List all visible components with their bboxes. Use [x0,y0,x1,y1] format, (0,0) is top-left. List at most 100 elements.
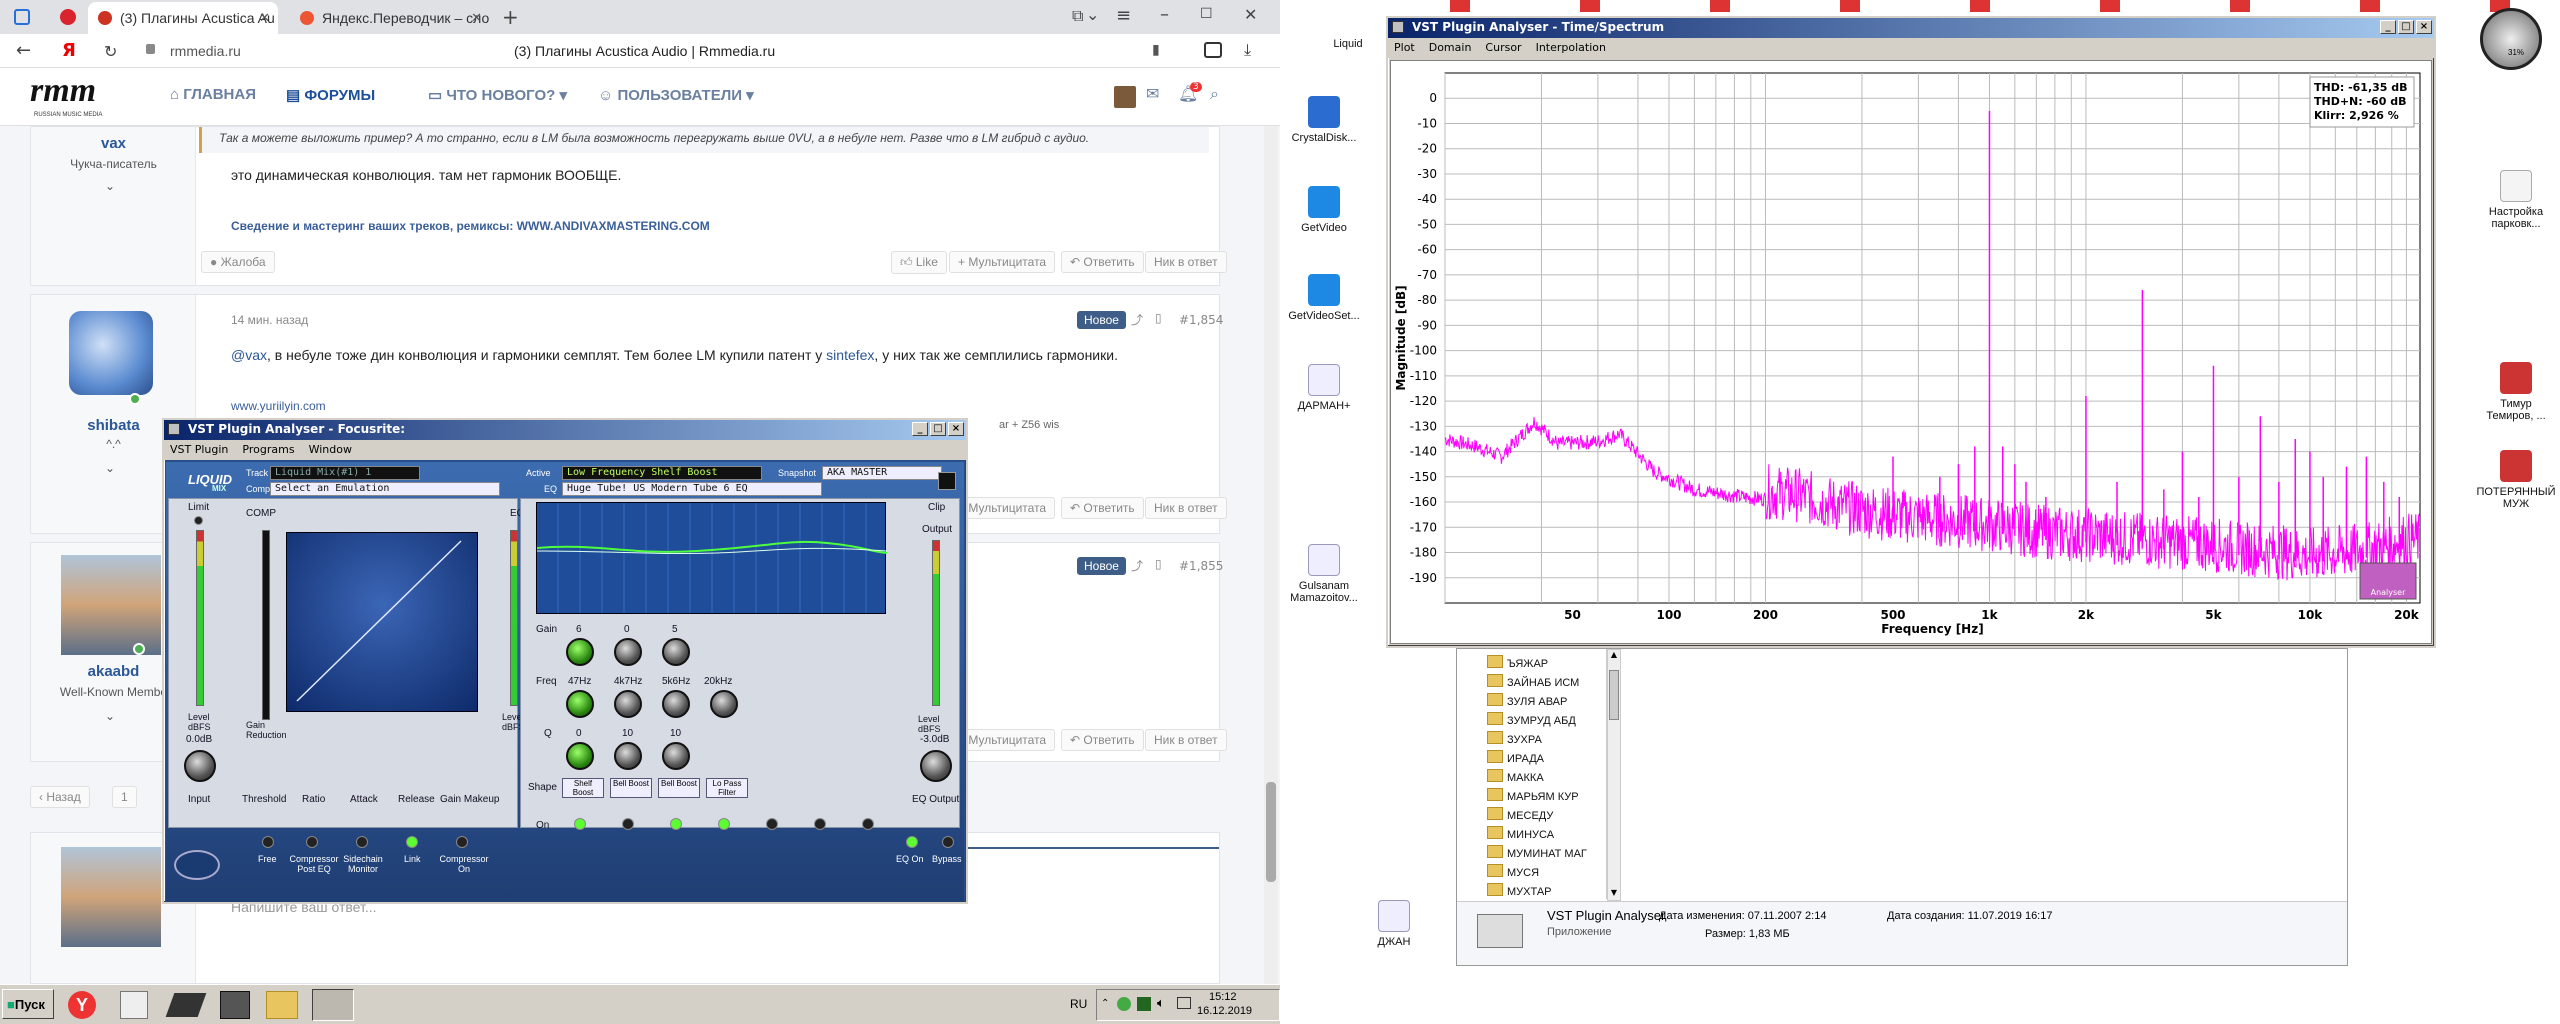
nav-home[interactable]: ⌂ ГЛАВНАЯ [170,86,256,103]
close-icon[interactable]: ✕ [1244,5,1257,24]
reply-button[interactable]: ↶ Ответить [1061,251,1144,273]
desktop-icon-parking[interactable]: Настройка парковк... [2476,170,2556,230]
url-text[interactable]: rmmedia.ru [170,43,241,59]
calculator-taskbar-icon[interactable] [120,991,148,1019]
bookmark-icon[interactable]: ▯ [1155,557,1162,571]
band6-on-led[interactable] [814,818,826,830]
clock-date[interactable]: 16.12.2019 [1197,1005,1252,1017]
menu-programs[interactable]: Programs [242,443,294,457]
extension-icon[interactable] [1204,42,1222,58]
tray-network-icon[interactable] [1137,997,1151,1011]
explorer-taskbar-icon[interactable] [266,991,298,1019]
maximize-icon[interactable]: ☐ [1200,6,1213,22]
clock-time[interactable]: 15:12 [1209,991,1237,1003]
user-avatar[interactable] [1114,86,1136,108]
folder-item[interactable]: ЗУМРУД АБД [1487,712,1576,727]
tray-app-icon[interactable] [1117,997,1131,1011]
input-knob[interactable] [184,750,216,782]
reply-to-button[interactable]: Ник в ответ [1145,497,1227,519]
language-indicator[interactable]: RU [1070,997,1087,1011]
maximize-icon[interactable]: □ [930,422,946,436]
band2-on-led[interactable] [622,818,634,830]
maximize-icon[interactable]: □ [2398,20,2414,34]
folder-item[interactable]: МУСЯ [1487,864,1539,879]
nav-whats-new[interactable]: ▭ ЧТО НОВОГО? ▾ [428,86,567,104]
reply-button[interactable]: ↶ Ответить [1061,729,1144,751]
desktop-icon-getvideo[interactable]: GetVideo [1284,186,1364,234]
compressor-on-led[interactable] [456,836,468,848]
menu-plot[interactable]: Plot [1394,41,1415,55]
band3-on-led[interactable] [670,818,682,830]
tray-expand-icon[interactable]: ⌃ [1101,998,1109,1009]
desktop-icon-gulsanam[interactable]: Gulsanam Mamazoitov... [1284,544,1364,604]
scroll-up-icon[interactable]: ▲ [1608,650,1620,662]
expand-chevron-icon[interactable]: ⌄ [105,461,115,475]
scroll-down-icon[interactable]: ▼ [1608,888,1620,900]
band2-gain-knob[interactable] [614,638,642,666]
refresh-icon[interactable]: ↻ [104,42,117,61]
tab-translator[interactable]: Яндекс.Переводчик – сло ✕ [290,2,490,34]
desktop-icon-poteryanny[interactable]: ПОТЕРЯННЫЙ МУЖ [2476,450,2556,510]
band1-q-knob[interactable] [566,742,594,770]
opera-icon[interactable] [60,9,76,25]
yandex-icon[interactable]: Я [62,40,76,61]
app-taskbar-icon[interactable] [220,991,250,1019]
band3-gain-knob[interactable] [662,638,690,666]
eq-emulation-select[interactable]: Huge Tube! US Modern Tube 6 EQ [562,482,822,496]
analyser-titlebar[interactable]: VST Plugin Analyser - Time/Spectrum _ □ … [1388,18,2434,38]
desktop-icon-dzhan[interactable]: ДЖАН [1354,900,1434,948]
reply-button[interactable]: ↶ Ответить [1061,497,1144,519]
link-led[interactable] [406,836,418,848]
folder-scrollbar[interactable]: ▲ ▼ [1607,649,1621,901]
desktop-icon-getvideoset[interactable]: GetVideoSet... [1284,274,1364,322]
bookmark-icon[interactable]: ▮ [1152,42,1160,58]
folder-item[interactable]: МУМИНАТ МАГ [1487,845,1587,860]
menu-icon[interactable]: ≡ [1116,5,1131,26]
expand-chevron-icon[interactable]: ⌄ [105,179,115,193]
desktop-icon-crystaldisk[interactable]: CrystalDisk... [1284,96,1364,144]
vk-icon[interactable] [14,9,30,25]
band3-freq-knob[interactable] [662,690,690,718]
folder-item[interactable]: МАККА [1487,769,1544,784]
tab-close-icon[interactable]: ✕ [471,10,482,26]
bypass-led[interactable] [942,836,954,848]
mail-icon[interactable]: ✉ [1146,84,1159,103]
yandex-taskbar-icon[interactable]: Y [68,991,96,1019]
comp-curve-display[interactable] [286,532,478,712]
menu-interpolation[interactable]: Interpolation [1536,41,1606,55]
page-scrollbar[interactable] [1264,126,1278,984]
sidechain-monitor-led[interactable] [356,836,368,848]
comp-emulation-select[interactable]: Select an Emulation [270,482,500,496]
desktop-icon-darman[interactable]: ДАРМАН+ [1284,364,1364,412]
scrollbar-thumb[interactable] [1609,670,1619,720]
like-button[interactable]: 👍︎ Like [891,251,947,274]
page-1-button[interactable]: 1 [112,786,137,808]
desktop-icon-liquid[interactable]: Liquid [1308,38,1388,50]
band5-on-led[interactable] [766,818,778,830]
menu-cursor[interactable]: Cursor [1485,41,1521,55]
band3-q-knob[interactable] [662,742,690,770]
bookmark-icon[interactable]: ▯ [1155,311,1162,325]
snapshot-display[interactable]: AKA MASTER [822,466,942,480]
band2-q-knob[interactable] [614,742,642,770]
share-icon[interactable]: ⤴ [1131,311,1143,328]
reply-to-button[interactable]: Ник в ответ [1145,251,1227,273]
band1-gain-knob[interactable] [566,638,594,666]
start-button[interactable]: ■Пуск [2,989,54,1019]
menu-domain[interactable]: Domain [1429,41,1472,55]
tab-close-icon[interactable]: ✕ [259,10,270,26]
download-icon[interactable]: ⤓ [1244,40,1251,60]
track-display[interactable]: Liquid Mix(#1) 1 [270,466,420,480]
minimize-icon[interactable]: – [1160,4,1169,25]
free-led[interactable] [262,836,274,848]
disk-taskbar-icon[interactable] [165,993,207,1017]
multiquote-button[interactable]: + Мультицитата [949,251,1056,273]
close-icon[interactable]: × [2416,20,2432,34]
folder-item[interactable]: ЗАЙНАБ ИСМ [1487,674,1579,689]
username[interactable]: vax [31,135,196,152]
tab-acustica[interactable]: (3) Плагины Acustica Au ✕ [88,2,278,34]
avatar[interactable] [61,847,161,947]
search-icon[interactable]: ⌕ [1210,84,1219,104]
save-icon[interactable] [938,472,956,490]
post-signature[interactable]: www.yuriilyin.com [231,399,326,413]
